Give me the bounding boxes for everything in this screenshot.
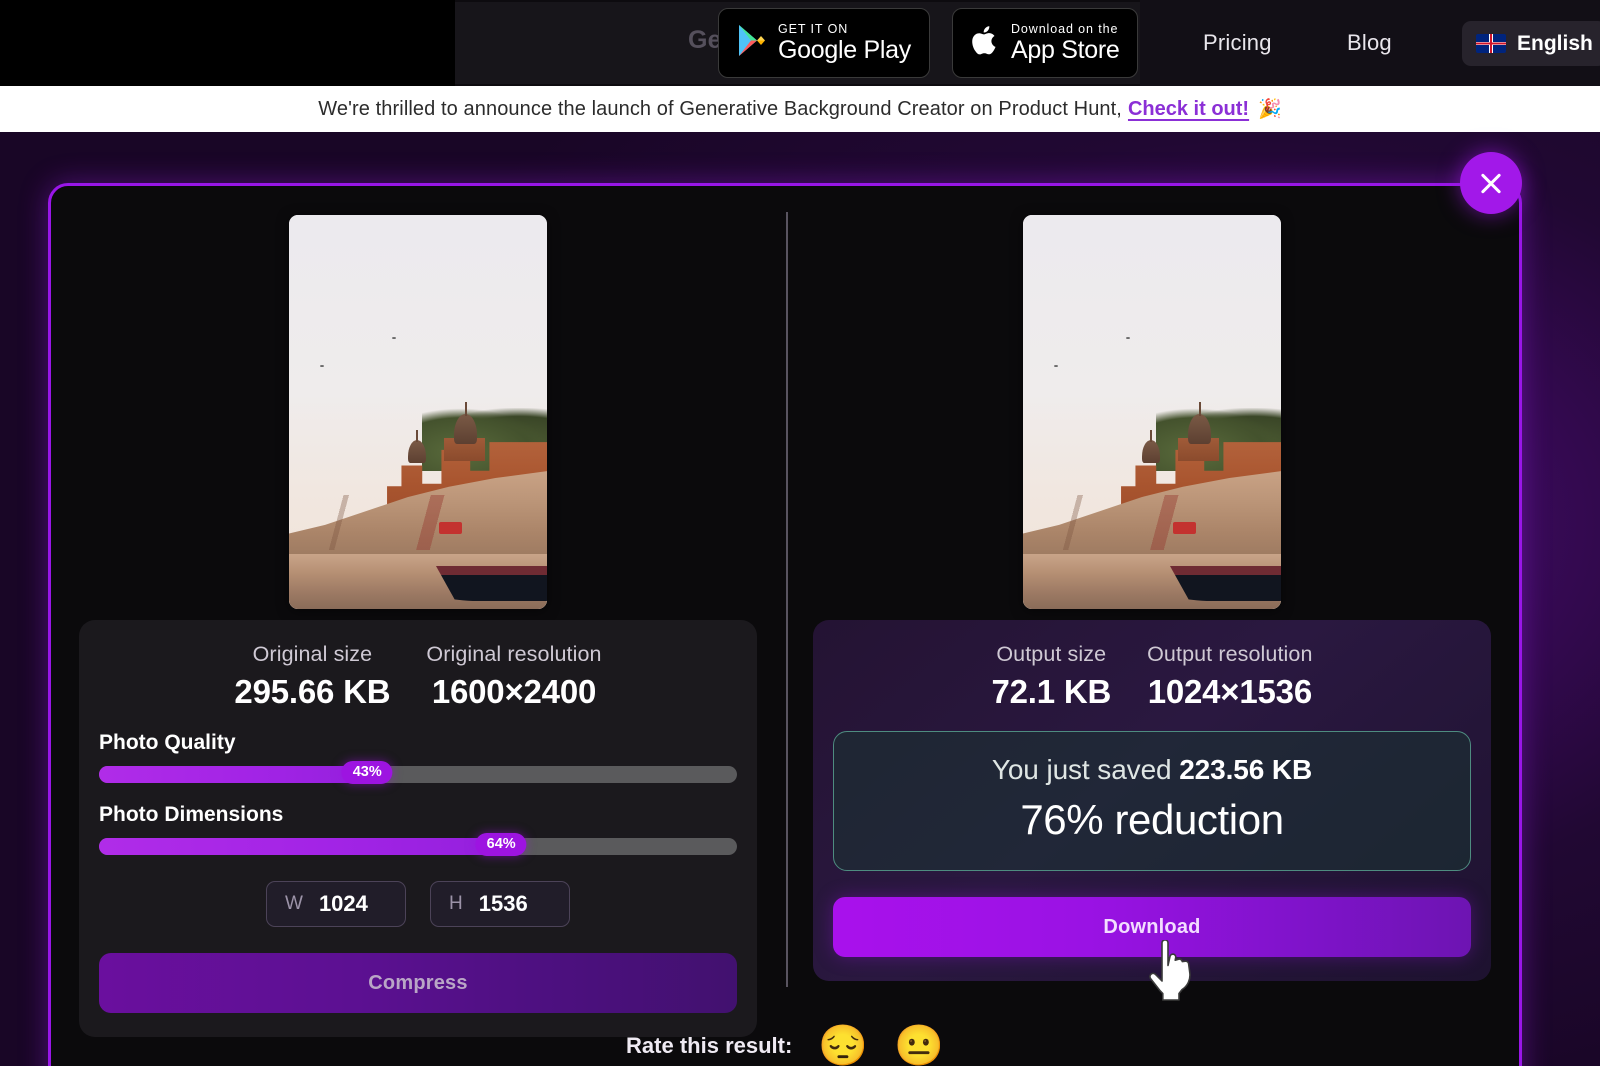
width-input[interactable]: W 1024	[266, 881, 406, 927]
output-resolution-stat: Output resolution 1024×1536	[1147, 642, 1312, 711]
party-popper-icon: 🎉	[1258, 99, 1282, 120]
uk-flag-icon	[1476, 34, 1506, 53]
output-panel: Output size 72.1 KB Output resolution 10…	[785, 186, 1519, 996]
original-resolution-label: Original resolution	[426, 642, 602, 666]
panel-divider	[786, 212, 788, 987]
banner-cta-link[interactable]: Check it out!	[1128, 98, 1249, 121]
top-navigation-bar: Ge GET IT ON Google Play Download on the…	[0, 0, 1600, 86]
original-resolution-value: 1600×2400	[431, 673, 597, 710]
app-store-small-label: Download on the	[1011, 21, 1119, 36]
output-size-stat: Output size 72.1 KB	[991, 642, 1111, 711]
original-stats-card: Original size 295.66 KB Original resolut…	[79, 620, 757, 1037]
photo-dimensions-slider-block: Photo Dimensions 64%	[99, 803, 737, 856]
height-value: 1536	[478, 891, 528, 916]
photo-dimensions-label: Photo Dimensions	[99, 803, 284, 826]
photo-dimensions-value: 64%	[475, 833, 527, 856]
output-resolution-value: 1024×1536	[1147, 673, 1312, 710]
announcement-banner: We're thrilled to announce the launch of…	[0, 86, 1600, 132]
nav-link-blog[interactable]: Blog	[1347, 30, 1392, 56]
google-play-small-label: GET IT ON	[778, 21, 849, 36]
original-size-stat: Original size 295.66 KB	[234, 642, 390, 711]
photo-quality-slider-block: Photo Quality 43%	[99, 731, 737, 784]
close-modal-button[interactable]	[1460, 152, 1522, 214]
app-store-badge[interactable]: Download on the App Store	[952, 8, 1139, 78]
photo-quality-value: 43%	[341, 761, 393, 784]
rating-emoji-sad[interactable]: 😔	[818, 1026, 868, 1066]
output-stats-card: Output size 72.1 KB Output resolution 10…	[813, 620, 1491, 981]
reduction-percent: 76% reduction	[1020, 796, 1284, 843]
download-button[interactable]: Download	[833, 897, 1471, 957]
language-selector[interactable]: English	[1462, 21, 1600, 66]
google-play-big-label: Google Play	[778, 36, 911, 65]
width-value: 1024	[318, 891, 368, 916]
output-image-preview	[1023, 215, 1281, 609]
output-resolution-label: Output resolution	[1147, 642, 1313, 666]
language-label: English	[1517, 31, 1593, 55]
output-size-value: 72.1 KB	[991, 673, 1112, 710]
google-play-badge[interactable]: GET IT ON Google Play	[718, 8, 930, 78]
photo-quality-slider[interactable]: 43%	[99, 761, 737, 784]
google-play-icon	[737, 24, 767, 63]
banner-message: We're thrilled to announce the launch of…	[318, 97, 1122, 120]
close-icon	[1478, 170, 1504, 196]
rate-label: Rate this result:	[626, 1033, 793, 1058]
apple-icon	[971, 23, 1000, 63]
rating-emoji-neutral[interactable]: 😐	[894, 1026, 944, 1066]
original-size-value: 295.66 KB	[234, 673, 391, 710]
comparison-panels: Original size 295.66 KB Original resolut…	[51, 186, 1519, 1037]
savings-prefix: You just saved	[991, 754, 1180, 785]
photo-dimensions-slider[interactable]: 64%	[99, 833, 737, 856]
page-root: Ge GET IT ON Google Play Download on the…	[0, 0, 1600, 1066]
original-resolution-stat: Original resolution 1600×2400	[426, 642, 601, 711]
brand-logo-text[interactable]: Ge	[688, 26, 722, 55]
nav-link-pricing[interactable]: Pricing	[1203, 30, 1272, 56]
compression-result-modal: Original size 295.66 KB Original resolut…	[48, 183, 1522, 1066]
original-panel: Original size 295.66 KB Original resolut…	[51, 186, 785, 1037]
app-store-big-label: App Store	[1011, 36, 1120, 65]
width-key-label: W	[285, 893, 303, 914]
savings-amount: 223.56 KB	[1179, 754, 1313, 785]
height-key-label: H	[449, 893, 463, 914]
original-size-label: Original size	[252, 642, 373, 666]
height-input[interactable]: H 1536	[430, 881, 570, 927]
savings-summary-box: You just saved 223.56 KB 76% reduction	[833, 731, 1471, 871]
rating-row: Rate this result: 😔 😐	[51, 1026, 1519, 1066]
photo-quality-label: Photo Quality	[99, 731, 236, 754]
original-image-preview	[289, 215, 547, 609]
output-size-label: Output size	[996, 642, 1107, 666]
compress-button[interactable]: Compress	[99, 953, 737, 1013]
